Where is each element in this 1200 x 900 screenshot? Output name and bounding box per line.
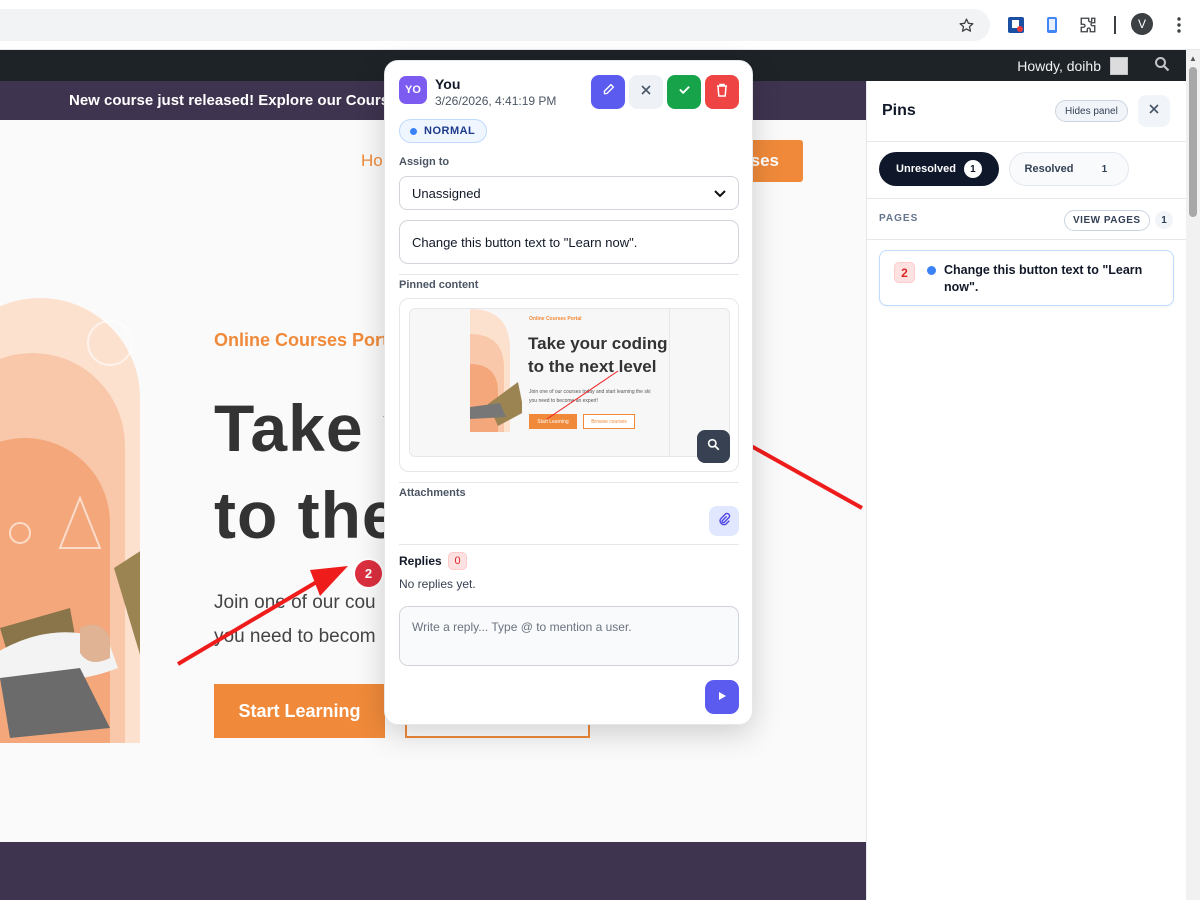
pencil-icon <box>602 83 615 101</box>
assign-value: Unassigned <box>412 185 481 201</box>
check-icon <box>678 83 691 101</box>
panel-title: Pins <box>882 102 916 119</box>
start-learning-button[interactable]: Start Learning <box>214 684 385 738</box>
priority-dot <box>410 127 417 135</box>
howdy-user[interactable]: Howdy, doihb <box>1017 58 1101 74</box>
author-name: You <box>435 76 461 92</box>
send-button[interactable] <box>705 680 739 714</box>
divider <box>867 141 1187 142</box>
pages-count: 1 <box>1155 211 1173 229</box>
trash-icon <box>716 83 728 102</box>
author-avatar: YO <box>399 76 427 104</box>
hero-subtext-line2: you need to becom <box>214 626 376 647</box>
user-avatar[interactable] <box>1110 57 1128 75</box>
priority-badge[interactable]: NORMAL <box>399 119 488 143</box>
announcement-text[interactable]: New course just released! Explore our Co… <box>69 92 406 109</box>
replies-count: 0 <box>448 552 467 570</box>
view-pages-button[interactable]: VIEW PAGES <box>1064 210 1150 231</box>
site-footer <box>0 842 866 900</box>
scroll-up-icon[interactable]: ▲ <box>1189 54 1197 63</box>
search-icon[interactable] <box>1154 56 1170 76</box>
nav-home-link[interactable]: Ho <box>361 151 383 171</box>
chevron-down-icon <box>714 186 726 201</box>
zoom-button[interactable] <box>697 430 730 463</box>
address-bar[interactable] <box>0 9 990 41</box>
pin-list-item[interactable]: 2 Change this button text to "Learn now"… <box>879 250 1174 306</box>
pin-marker[interactable]: 2 <box>355 560 382 587</box>
send-icon <box>717 688 727 706</box>
magnifier-icon <box>707 438 720 456</box>
pinned-content-box: Online Courses Portal Take your coding t… <box>399 298 739 472</box>
comment-date: 3/26/2026, 4:41:19 PM <box>435 94 557 108</box>
hero-eyebrow: Online Courses Port <box>214 330 389 350</box>
hero-headline-line2: to the <box>214 478 400 552</box>
tab-resolved-label: Resolved <box>1024 163 1074 175</box>
preview-arrow <box>546 370 619 420</box>
scrollbar-thumb[interactable] <box>1189 67 1197 217</box>
comment-text[interactable]: Change this button text to "Learn now". <box>399 220 739 264</box>
delete-button[interactable] <box>705 75 739 109</box>
divider <box>867 239 1187 240</box>
reply-input[interactable]: Write a reply... Type @ to mention a use… <box>399 606 739 666</box>
pins-panel: Pins Hides panel Unresolved 1 Resolved 1… <box>866 81 1187 900</box>
hero-subtext-line1: Join one of our cou <box>214 592 376 613</box>
toolbar-divider <box>1114 16 1116 34</box>
page-scrollbar[interactable]: ▲ <box>1186 50 1200 900</box>
profile-avatar[interactable]: V <box>1131 13 1153 35</box>
more-vert-icon[interactable] <box>1168 14 1190 36</box>
divider <box>399 544 739 545</box>
pin-text: Change this button text to "Learn now". <box>944 263 1143 294</box>
hero-illustration <box>0 298 140 743</box>
assign-select[interactable]: Unassigned <box>399 176 739 210</box>
no-replies-text: No replies yet. <box>399 577 476 591</box>
edit-button[interactable] <box>591 75 625 109</box>
status-dot <box>927 266 936 275</box>
comment-popup: YO You 3/26/2026, 4:41:19 PM NORMAL Assi… <box>384 60 753 725</box>
pinned-screenshot[interactable]: Online Courses Portal Take your coding t… <box>409 308 730 457</box>
puzzle-icon[interactable] <box>1077 14 1099 36</box>
pinned-content-label: Pinned content <box>399 279 479 291</box>
priority-label: NORMAL <box>424 125 476 137</box>
close-button[interactable] <box>629 75 663 109</box>
divider <box>399 482 739 483</box>
replies-label: Replies <box>399 554 442 568</box>
browser-toolbar: V <box>0 0 1200 50</box>
close-icon <box>1148 102 1160 120</box>
attach-button[interactable] <box>709 506 739 536</box>
pin-number: 2 <box>894 262 915 283</box>
tab-resolved-count: 1 <box>1101 163 1108 175</box>
extension-2-icon[interactable] <box>1041 14 1063 36</box>
close-icon <box>640 83 652 101</box>
assign-label: Assign to <box>399 156 450 168</box>
tab-unresolved-count: 1 <box>963 160 982 178</box>
tab-resolved[interactable]: Resolved 1 <box>1009 152 1129 186</box>
panel-close-button[interactable] <box>1138 95 1170 127</box>
paperclip-icon <box>717 512 731 531</box>
tab-unresolved[interactable]: Unresolved 1 <box>879 152 999 186</box>
tab-unresolved-label: Unresolved <box>896 163 956 175</box>
pages-label: PAGES <box>879 213 919 224</box>
divider <box>399 274 739 275</box>
resolve-button[interactable] <box>667 75 701 109</box>
divider <box>867 198 1187 199</box>
hide-panel-button[interactable]: Hides panel <box>1055 100 1128 122</box>
extension-1-icon[interactable] <box>1005 14 1027 36</box>
attachments-label: Attachments <box>399 487 466 499</box>
star-icon[interactable] <box>955 14 977 36</box>
